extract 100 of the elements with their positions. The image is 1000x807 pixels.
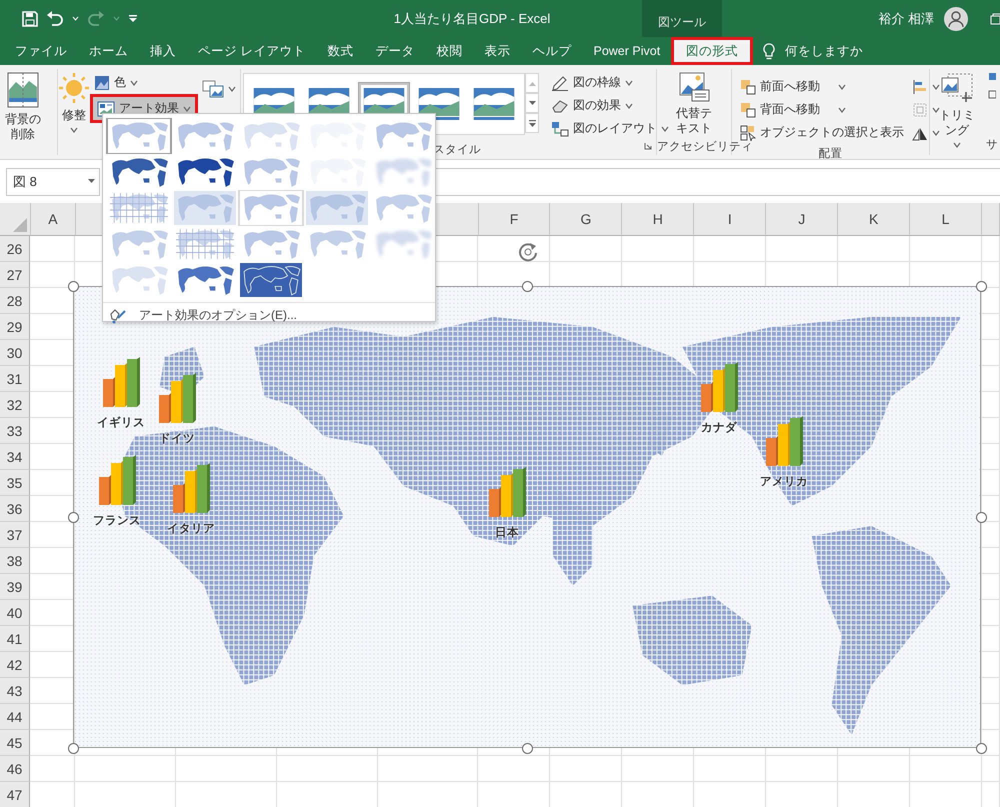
row-header[interactable]: 45 <box>0 730 30 756</box>
bar-chart-icon <box>101 357 141 409</box>
group-label: 配置 <box>818 148 843 160</box>
art-effect-thumbnail[interactable] <box>106 118 172 154</box>
search-field[interactable]: 何をしますか <box>785 42 864 60</box>
bar-chart-icon <box>171 463 211 515</box>
row-header[interactable]: 42 <box>0 652 30 678</box>
more-button[interactable] <box>525 113 540 133</box>
map-label: 日本 <box>495 525 519 540</box>
column-header[interactable]: L <box>910 203 982 236</box>
ribbon-tab[interactable]: ホーム <box>78 37 139 65</box>
color-button[interactable]: 色 <box>90 71 198 94</box>
row-header[interactable]: 41 <box>0 626 30 652</box>
row-header[interactable]: 34 <box>0 444 30 470</box>
ribbon-tab[interactable]: 表示 <box>473 37 522 65</box>
row-header[interactable]: 43 <box>0 678 30 704</box>
ribbon-tab[interactable]: 図の形式 <box>671 37 754 65</box>
avatar-icon[interactable] <box>944 6 968 30</box>
name-box[interactable]: 図 8 <box>6 168 100 196</box>
row-header[interactable]: 32 <box>0 392 30 418</box>
row-header[interactable]: 36 <box>0 496 30 522</box>
group-label: アクセシビリティ <box>657 141 754 153</box>
picture-color-icon <box>94 74 110 90</box>
arrange-command-button[interactable]: 背面へ移動 <box>736 98 908 121</box>
bar-chart-icon <box>97 455 137 507</box>
crop-button[interactable]: トリミング <box>930 69 984 151</box>
row-header[interactable]: 35 <box>0 470 30 496</box>
caret-icon <box>625 102 634 108</box>
row-header[interactable]: 39 <box>0 574 30 600</box>
corrections-button[interactable]: 修整 <box>58 69 90 137</box>
ribbon-tab[interactable]: ファイル <box>4 37 78 65</box>
art-effect-thumbnail[interactable] <box>172 190 238 226</box>
style-command-button[interactable]: 図の枠線 <box>547 71 674 94</box>
redo-icon <box>87 10 105 26</box>
art-effect-thumbnail[interactable] <box>238 190 304 226</box>
alt-text-button[interactable]: 代替テキスト <box>671 69 718 139</box>
caret-icon <box>72 16 79 21</box>
art-effects-options-item[interactable]: アート効果のオプション(E)... <box>103 302 435 324</box>
column-header[interactable]: K <box>838 203 910 236</box>
resize-handle[interactable] <box>522 743 533 754</box>
context-tab-label: 図ツール <box>642 0 722 37</box>
caret-icon <box>932 106 940 112</box>
column-header[interactable]: F <box>478 203 550 236</box>
row-header[interactable]: 40 <box>0 600 30 626</box>
resize-handle[interactable] <box>68 743 79 754</box>
column-header[interactable]: H <box>622 203 694 236</box>
arrange-command-button[interactable]: 前面へ移動 <box>736 75 908 98</box>
caret-icon <box>838 106 846 112</box>
align-icon <box>912 78 928 94</box>
window-title: 1人当たり名目GDP - Excel <box>392 10 552 28</box>
row-header[interactable]: 31 <box>0 366 30 392</box>
row-header[interactable]: 47 <box>0 782 30 807</box>
column-header[interactable]: J <box>766 203 838 236</box>
caret-down-icon <box>528 100 536 106</box>
resize-handle[interactable] <box>522 281 533 292</box>
resize-handle[interactable] <box>976 743 987 754</box>
row-header[interactable]: 30 <box>0 340 30 366</box>
arrange-command-button[interactable]: オブジェクトの選択と表示 <box>736 121 908 144</box>
ribbon-tab[interactable]: 校閲 <box>425 37 474 65</box>
column-header[interactable]: I <box>694 203 766 236</box>
caret-icon <box>183 106 192 112</box>
art-effect-thumbnail[interactable] <box>238 262 304 298</box>
art-effect-thumbnail[interactable] <box>304 190 370 226</box>
rotate-handle-icon[interactable] <box>517 241 539 263</box>
size-icon <box>988 71 996 101</box>
map-label: フランス <box>93 514 141 528</box>
row-header[interactable]: 26 <box>0 236 30 262</box>
row-header[interactable]: 29 <box>0 314 30 340</box>
row-header[interactable]: 37 <box>0 522 30 548</box>
column-header[interactable]: A <box>30 203 76 236</box>
ribbon-tab[interactable]: ページ レイアウト <box>187 37 316 65</box>
resize-handle[interactable] <box>68 512 79 523</box>
restore-icon <box>990 12 1000 24</box>
group-icon <box>912 102 928 118</box>
bar-chart-icon <box>699 362 739 414</box>
row-header[interactable]: 33 <box>0 418 30 444</box>
scroll-down-button[interactable] <box>525 93 540 113</box>
ribbon-tab[interactable]: データ <box>364 37 426 65</box>
ribbon-tab[interactable]: Power Pivot <box>582 37 672 65</box>
send-backward-icon <box>740 102 756 118</box>
remove-background-button[interactable]: 背景の削除 <box>0 69 46 145</box>
row-header[interactable]: 46 <box>0 756 30 782</box>
row-header[interactable]: 28 <box>0 288 30 314</box>
row-header[interactable]: 27 <box>0 262 30 288</box>
caret-icon <box>953 142 962 148</box>
resize-handle[interactable] <box>68 281 79 292</box>
row-header[interactable]: 38 <box>0 548 30 574</box>
ribbon-tab[interactable]: 挿入 <box>139 37 187 65</box>
ribbon-tab[interactable]: ヘルプ <box>521 37 582 65</box>
ribbon-tab[interactable]: 数式 <box>316 37 364 65</box>
style-command-button[interactable]: 図のレイアウト <box>547 117 674 140</box>
bring-forward-icon <box>740 78 756 94</box>
bar-chart-icon <box>487 467 527 519</box>
style-command-button[interactable]: 図の効果 <box>547 94 674 117</box>
resize-handle[interactable] <box>976 512 987 523</box>
row-header[interactable]: 44 <box>0 704 30 730</box>
caret-icon <box>130 80 138 86</box>
resize-handle[interactable] <box>976 281 987 292</box>
column-header[interactable]: G <box>550 203 622 236</box>
sun-icon <box>58 72 90 104</box>
